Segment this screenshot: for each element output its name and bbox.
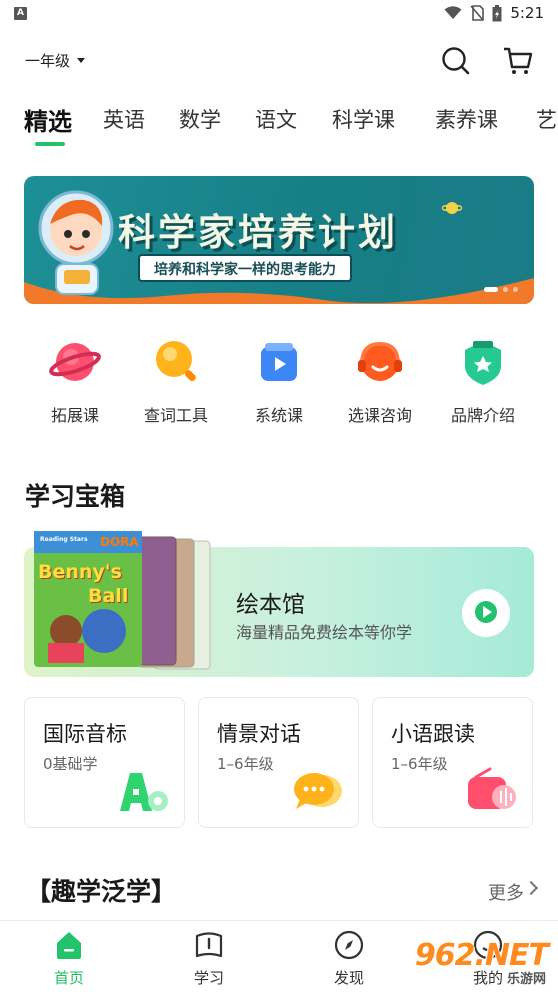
- chevron-right-icon[interactable]: [523, 880, 539, 896]
- quick-item-brand[interactable]: 品牌介绍: [433, 336, 533, 426]
- banner-pagination: [484, 287, 518, 292]
- card-subtitle: 0基础学: [43, 755, 98, 773]
- tab-art[interactable]: 艺: [536, 104, 557, 134]
- letter-a-icon: [120, 773, 168, 811]
- phonetics-card[interactable]: 国际音标 0基础学: [24, 697, 185, 828]
- video-icon: [261, 343, 297, 381]
- quick-item-consult[interactable]: 选课咨询: [330, 336, 430, 426]
- play-icon: [483, 606, 492, 618]
- study-box-title: 学习宝箱: [25, 482, 126, 511]
- tab-english[interactable]: 英语: [103, 104, 145, 134]
- banner-title: 科学家培养计划: [118, 211, 398, 254]
- quick-item-label: 查词工具: [143, 406, 208, 425]
- tab-math[interactable]: 数学: [179, 104, 221, 134]
- card-subtitle: 1–6年级: [391, 755, 448, 773]
- active-tab-indicator: [35, 142, 65, 146]
- follow-read-card[interactable]: 小语跟读 1–6年级: [372, 697, 533, 828]
- quick-item-label: 选课咨询: [347, 406, 412, 425]
- search-icon: [442, 47, 470, 75]
- app-notification-icon: A: [14, 7, 27, 20]
- promo-banner[interactable]: 科学家培养计划 培养和科学家一样的思考能力: [24, 176, 534, 304]
- picture-book-card[interactable]: Reading Stars DORA Benny's Ball 绘本馆 海量精品…: [24, 531, 534, 677]
- picture-book-subtitle: 海量精品免费绘本等你学: [236, 623, 413, 642]
- nav-label: 首页: [53, 969, 84, 987]
- quick-item-label: 系统课: [254, 406, 303, 425]
- book-series-label: Reading Stars: [40, 536, 88, 543]
- book-title-line1: Benny's: [38, 561, 122, 583]
- grade-label: 一年级: [25, 52, 71, 70]
- nav-label: 发现: [333, 969, 364, 987]
- clock: 5:21: [510, 4, 544, 22]
- book-title-line2: Ball: [88, 585, 129, 607]
- book-icon: [195, 932, 223, 958]
- card-title: 国际音标: [43, 722, 127, 746]
- nav-label: 学习: [193, 969, 224, 987]
- card-title: 小语跟读: [391, 722, 475, 746]
- quick-item-extension[interactable]: 拓展课: [25, 336, 125, 426]
- nav-home[interactable]: 首页: [29, 929, 109, 988]
- search-button[interactable]: [439, 44, 473, 78]
- site-watermark: 962.NET 乐游网: [404, 938, 554, 987]
- no-sim-icon: [470, 5, 485, 21]
- quick-nav: 拓展课 查词工具 系统课 选课咨询 品牌介绍: [0, 336, 558, 436]
- caret-down-icon: [77, 58, 86, 63]
- cart-icon: [504, 47, 533, 74]
- cart-button[interactable]: [501, 44, 535, 78]
- tab-chinese[interactable]: 语文: [255, 104, 297, 134]
- more-link[interactable]: 更多: [488, 879, 524, 905]
- battery-icon: [492, 4, 502, 21]
- tab-science[interactable]: 科学课: [332, 104, 395, 134]
- wifi-icon: [444, 6, 462, 19]
- nav-discover[interactable]: 发现: [309, 929, 389, 988]
- home-icon: [57, 932, 81, 959]
- quick-item-label: 拓展课: [50, 406, 99, 425]
- watermark-sub: 乐游网: [506, 972, 546, 987]
- planet-decoration-icon: [442, 202, 462, 214]
- play-button[interactable]: [462, 589, 510, 637]
- compass-icon: [334, 930, 364, 960]
- book-brand-label: DORA: [100, 535, 139, 549]
- quick-item-label: 品牌介绍: [450, 406, 515, 425]
- card-subtitle: 1–6年级: [217, 755, 274, 773]
- banner-subtitle: 培养和科学家一样的思考能力: [138, 254, 352, 282]
- dialogue-card[interactable]: 情景对话 1–6年级: [198, 697, 359, 828]
- badge-icon: [465, 341, 501, 385]
- tab-featured[interactable]: 精选: [24, 104, 72, 137]
- quick-item-dictionary[interactable]: 查词工具: [126, 336, 226, 426]
- radio-icon: [468, 767, 516, 809]
- astronaut-illustration: [38, 190, 114, 295]
- grade-selector[interactable]: 一年级: [25, 50, 86, 71]
- headset-icon: [358, 341, 402, 381]
- magnifier-icon: [156, 341, 196, 382]
- chat-bubble-icon: [294, 773, 342, 809]
- tab-literacy[interactable]: 素养课: [435, 104, 498, 134]
- status-bar: A 5:21: [0, 0, 558, 30]
- fun-learning-title: 【趣学泛学】: [26, 877, 177, 906]
- card-title: 情景对话: [217, 722, 301, 746]
- planet-icon: [49, 343, 101, 381]
- quick-item-system-course[interactable]: 系统课: [229, 336, 329, 426]
- nav-study[interactable]: 学习: [169, 929, 249, 988]
- picture-book-title: 绘本馆: [236, 592, 305, 618]
- category-tabs: 精选 英语 数学 语文 科学课 素养课 艺: [24, 104, 558, 154]
